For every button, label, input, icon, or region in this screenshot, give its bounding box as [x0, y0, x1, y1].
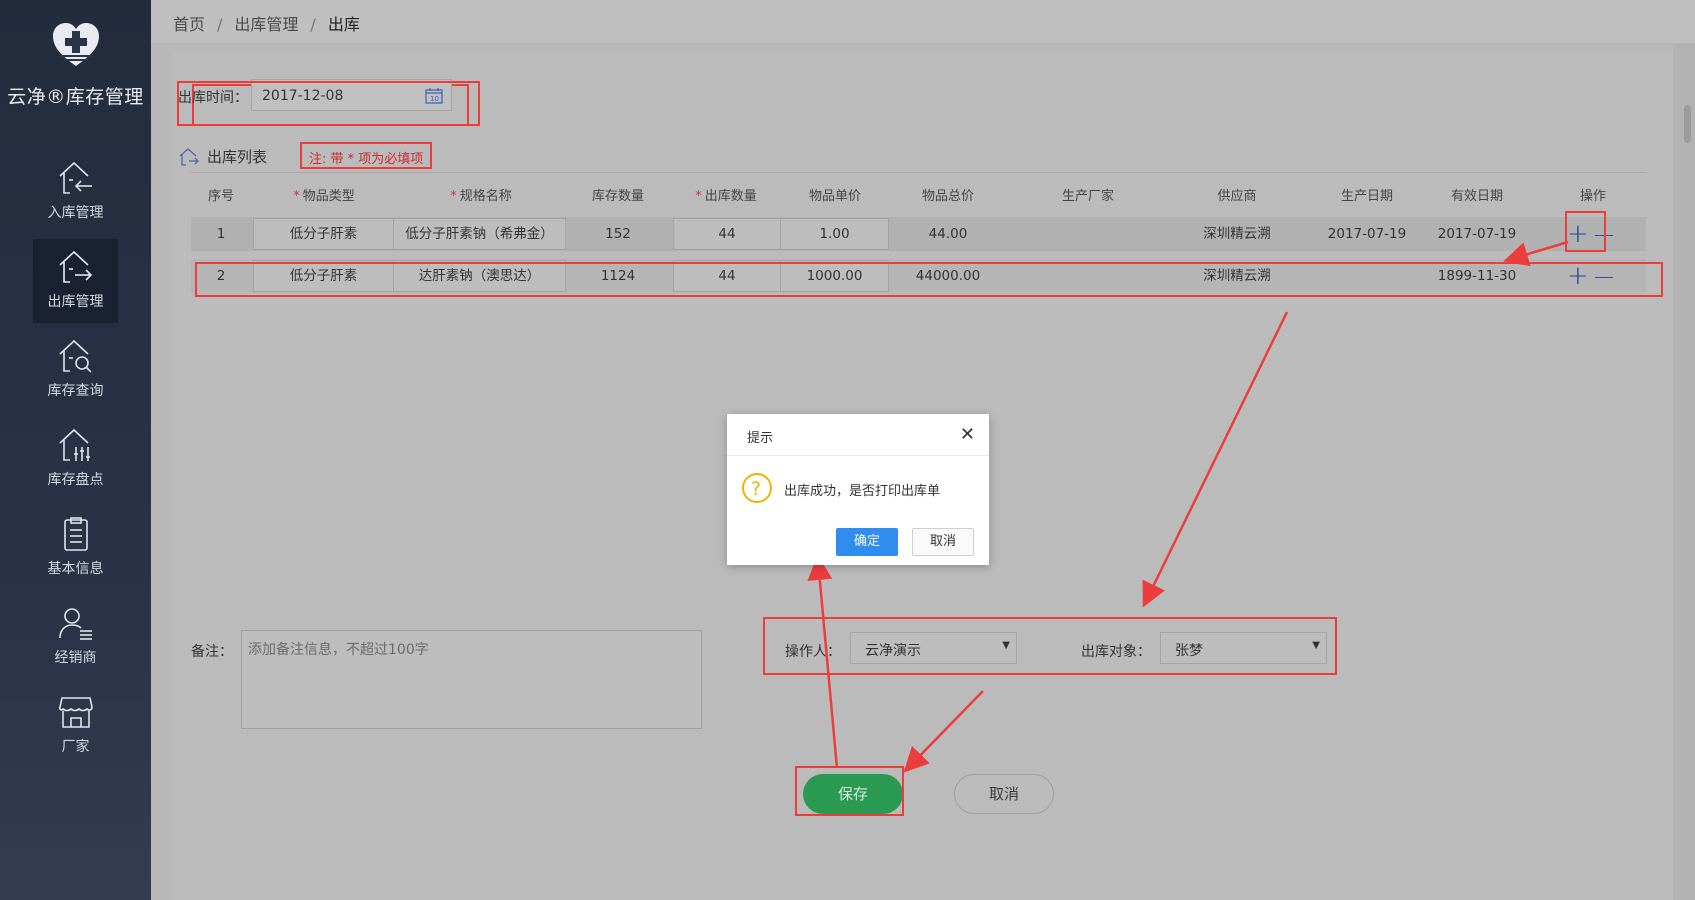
col-out-qty-label: 出库数量 [704, 189, 757, 204]
col-type-label: 物品类型 [302, 189, 355, 204]
sidebar-item-manufacturer[interactable]: 厂家 [33, 684, 118, 768]
question-icon: ? [742, 473, 772, 503]
col-out-qty: * 出库数量 [695, 185, 757, 204]
remark-placeholder: 添加备注信息，不超过100字 [248, 642, 429, 658]
col-stock: 库存数量 [591, 189, 645, 204]
dialog-cancel-button[interactable]: 取消 [912, 528, 974, 556]
sidebar-item-stocktake[interactable]: 库存盘点 [33, 417, 118, 501]
cell-type-select[interactable]: 低分子肝素 [253, 218, 394, 250]
breadcrumb-current: 出库 [327, 15, 360, 34]
sidebar-item-label: 出库管理 [47, 294, 104, 310]
sidebar-item-basic-info[interactable]: 基本信息 [33, 506, 118, 590]
warehouse-search-icon [58, 339, 92, 373]
cell-supplier: 深圳精云溯 [1203, 226, 1271, 242]
col-total: 物品总价 [921, 189, 975, 204]
breadcrumb: 首页 / 出库管理 / 出库 [173, 11, 360, 35]
annotation-box-add [1565, 211, 1606, 252]
remark-label: 备注： [191, 644, 233, 660]
col-unit-price: 物品单价 [808, 189, 862, 204]
required-note: 注: 带 * 项为必填项 [300, 142, 433, 169]
table-header: 序号 * 物品类型 * 规格名称 库存数量 * 出库数量 物品单价 物品总价 生产厂家… [191, 172, 1646, 210]
cancel-button[interactable]: 取消 [954, 774, 1054, 814]
annotation-box-save [795, 766, 904, 816]
sidebar-item-label: 入库管理 [47, 205, 104, 221]
sidebar-item-label: 基本信息 [47, 561, 104, 577]
breadcrumb-separator: / [310, 15, 316, 34]
col-type: * 物品类型 [293, 185, 355, 204]
cell-no: 1 [216, 226, 226, 242]
sidebar-item-dealer[interactable]: 经销商 [33, 595, 118, 679]
sidebar-item-inventory-query[interactable]: 库存查询 [33, 328, 118, 412]
cell-prod-date: 2017-07-19 [1327, 226, 1407, 242]
required-star: * [293, 189, 300, 204]
breadcrumb-home[interactable]: 首页 [173, 15, 205, 34]
scrollbar[interactable] [1673, 43, 1695, 900]
list-title-text: 出库列表 [207, 148, 268, 166]
annotation-box-date [177, 81, 480, 126]
annotation-box-row2 [195, 262, 1663, 297]
dialog-ok-button[interactable]: 确定 [836, 528, 898, 556]
svg-text:?: ? [751, 478, 761, 500]
heart-cross-logo-icon [52, 23, 99, 66]
cell-out-qty-input[interactable]: 44 [673, 218, 781, 250]
cell-stock: 152 [605, 226, 631, 242]
sidebar: 云净®库存管理 入库管理 出库管理 库存查询 库存盘点 基本信息 经销商 厂家 [0, 0, 151, 900]
sidebar-item-label: 经销商 [54, 650, 97, 666]
close-icon[interactable]: ✕ [960, 424, 975, 445]
col-spec: * 规格名称 [450, 185, 512, 204]
col-prod-date: 生产日期 [1340, 189, 1394, 204]
sidebar-item-label: 厂家 [61, 739, 90, 755]
required-star: * [695, 189, 702, 204]
col-no: 序号 [207, 189, 235, 204]
col-expire: 有效日期 [1450, 189, 1504, 204]
sidebar-item-outbound[interactable]: 出库管理 [33, 239, 118, 323]
topbar: 首页 / 出库管理 / 出库 [151, 0, 1695, 43]
store-icon [58, 697, 93, 728]
warehouse-count-icon [58, 428, 90, 461]
logo: 云净®库存管理 [0, 22, 151, 109]
cell-spec-select[interactable]: 低分子肝素钠（希弗金） [393, 218, 566, 250]
confirm-dialog: 提示 ✕ ? 出库成功，是否打印出库单 确定 取消 [727, 414, 989, 565]
cell-unit-price-input[interactable]: 1.00 [780, 218, 889, 250]
table-row: 1 低分子肝素 低分子肝素钠（希弗金） 152 44 1.00 44.00 深圳… [191, 217, 1646, 251]
warehouse-out-icon [58, 250, 92, 283]
annotation-box-fields [763, 617, 1337, 675]
dialog-header: 提示 ✕ [727, 414, 989, 456]
cell-total: 44.00 [928, 226, 968, 242]
col-spec-label: 规格名称 [459, 189, 512, 204]
required-star: * [450, 189, 457, 204]
dialog-message: 出库成功，是否打印出库单 [784, 484, 941, 499]
col-maker: 生产厂家 [1061, 189, 1115, 204]
app-title: 云净®库存管理 [7, 86, 144, 108]
sidebar-item-inbound[interactable]: 入库管理 [33, 150, 118, 234]
breadcrumb-separator: / [217, 15, 223, 34]
col-supplier: 供应商 [1217, 189, 1257, 204]
cell-expire: 2017-07-19 [1437, 226, 1517, 242]
sidebar-item-label: 库存查询 [47, 383, 104, 399]
warehouse-out-icon [179, 147, 199, 166]
dialog-title: 提示 [747, 431, 774, 446]
remark-textarea[interactable]: 添加备注信息，不超过100字 [241, 630, 702, 729]
warehouse-in-icon [58, 161, 92, 194]
sidebar-item-label: 库存盘点 [47, 472, 104, 488]
breadcrumb-outbound-mgmt[interactable]: 出库管理 [234, 15, 298, 34]
dealer-icon [58, 608, 92, 640]
col-ops: 操作 [1579, 189, 1607, 204]
scrollbar-thumb[interactable] [1684, 105, 1691, 143]
clipboard-icon [63, 517, 88, 551]
list-title: 出库列表 [179, 146, 267, 167]
